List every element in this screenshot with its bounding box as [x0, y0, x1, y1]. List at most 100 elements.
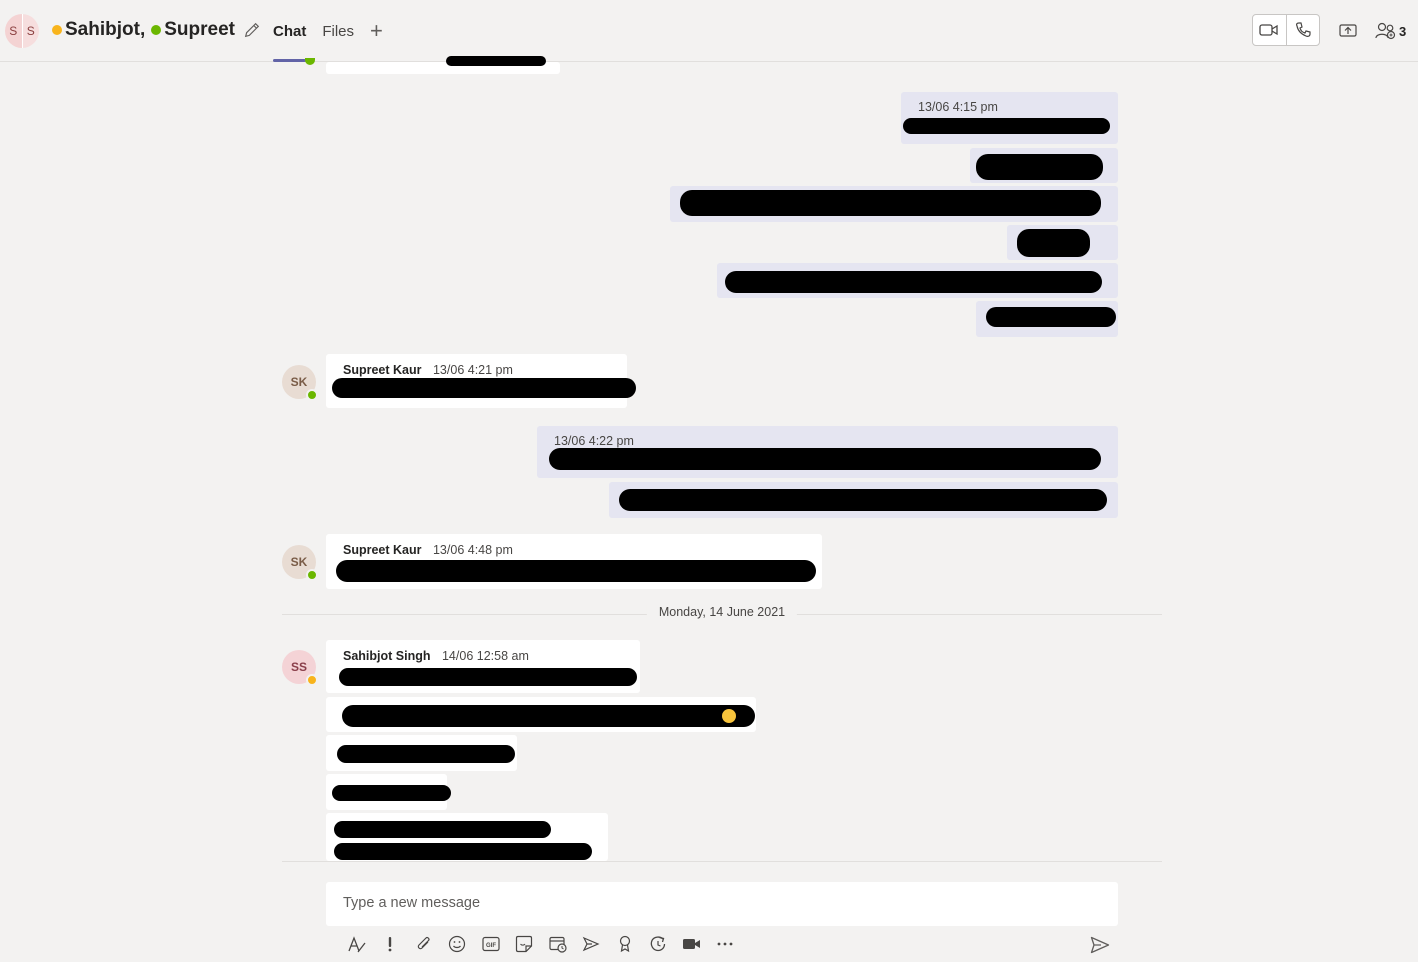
- schedule-meeting-icon: [549, 936, 567, 953]
- message-author: Supreet Kaur: [343, 363, 422, 377]
- away-status-icon: [306, 674, 318, 686]
- participants-button[interactable]: 3: [1375, 20, 1406, 42]
- my-message-bubble[interactable]: [1007, 225, 1118, 260]
- send-icon: [1090, 936, 1110, 954]
- redacted-text: [339, 668, 637, 686]
- redacted-text: [976, 154, 1103, 180]
- message-bubble[interactable]: [326, 735, 517, 771]
- redacted-text: [336, 560, 816, 582]
- away-status-icon: [52, 25, 62, 35]
- my-message-bubble[interactable]: 13/06 4:15 pm: [901, 92, 1118, 144]
- send-button[interactable]: [1089, 934, 1111, 956]
- message-bubble[interactable]: Sahibjot Singh 14/06 12:58 am: [326, 640, 640, 693]
- redacted-text: [334, 821, 551, 838]
- important-icon: [388, 937, 392, 952]
- sticker-button[interactable]: [508, 932, 542, 956]
- svg-text:GIF: GIF: [486, 943, 496, 949]
- message-timestamp: 13/06 4:48 pm: [432, 543, 513, 557]
- available-status-icon: [306, 389, 318, 401]
- redacted-text: [337, 745, 515, 763]
- redacted-text: [725, 271, 1102, 293]
- message-bubble[interactable]: [326, 697, 756, 732]
- schedule-meeting-button[interactable]: [541, 932, 575, 956]
- chat-title[interactable]: Sahibjot, Supreet: [52, 19, 261, 41]
- redacted-text: [549, 448, 1101, 470]
- avatar[interactable]: SS: [282, 650, 318, 686]
- avatar-initial: S: [21, 14, 39, 48]
- share-screen-button[interactable]: [1337, 20, 1359, 42]
- more-icon: [717, 942, 733, 946]
- call-buttons: [1252, 14, 1320, 46]
- sticker-icon: [516, 935, 533, 953]
- my-message-bubble[interactable]: [976, 301, 1118, 337]
- my-message-bubble[interactable]: 13/06 4:22 pm: [537, 426, 1118, 478]
- message-bubble[interactable]: [326, 813, 608, 861]
- redacted-text: [903, 118, 1110, 134]
- gif-button[interactable]: GIF: [474, 932, 508, 956]
- gif-icon: GIF: [482, 936, 500, 952]
- people-icon: [1375, 22, 1396, 40]
- message-timestamp: 13/06 4:21 pm: [432, 363, 513, 377]
- redacted-text: [680, 190, 1101, 216]
- more-options-button[interactable]: [709, 932, 743, 956]
- chat-header: S S Sahibjot, Supreet Chat Files + 3: [0, 0, 1418, 62]
- my-message-bubble[interactable]: [717, 263, 1118, 298]
- format-icon: [348, 936, 366, 953]
- attach-button[interactable]: [407, 932, 441, 956]
- participants-count: 3: [1399, 23, 1407, 39]
- message-meta: Supreet Kaur 13/06 4:48 pm: [343, 543, 513, 557]
- avatar-initials: SK: [290, 555, 308, 569]
- message-bubble[interactable]: [326, 774, 451, 810]
- avatar-initial: S: [5, 14, 22, 48]
- available-status-icon: [305, 58, 315, 65]
- audio-call-button[interactable]: [1285, 15, 1320, 45]
- my-message-bubble[interactable]: [609, 482, 1118, 518]
- my-message-bubble[interactable]: [970, 148, 1118, 183]
- date-separator: Monday, 14 June 2021: [282, 604, 1162, 624]
- message-bubble[interactable]: [326, 56, 560, 74]
- message-timestamp: 13/06 4:22 pm: [554, 434, 634, 448]
- video-clip-icon: [682, 939, 700, 949]
- pencil-icon[interactable]: [243, 21, 261, 39]
- message-meta: Supreet Kaur 13/06 4:21 pm: [343, 363, 513, 377]
- message-input[interactable]: [326, 882, 1118, 924]
- message-meta: Sahibjot Singh 14/06 12:58 am: [343, 649, 529, 663]
- loop-button[interactable]: [642, 932, 676, 956]
- praise-icon: [619, 935, 630, 953]
- format-button[interactable]: [340, 932, 374, 956]
- my-message-bubble[interactable]: [670, 186, 1118, 222]
- redacted-text: [1017, 229, 1090, 257]
- redacted-text: [986, 307, 1116, 327]
- tab-files[interactable]: Files: [322, 0, 354, 62]
- stream-icon: [582, 936, 600, 952]
- tab-chat[interactable]: Chat: [273, 0, 307, 62]
- redacted-text: [332, 785, 451, 801]
- participant-name: Sahibjot,: [65, 19, 146, 40]
- video-clip-button[interactable]: [675, 932, 709, 956]
- add-tab-button[interactable]: +: [370, 0, 383, 62]
- available-status-icon: [306, 569, 318, 581]
- avatar-initials: SS: [290, 660, 307, 674]
- praise-button[interactable]: [608, 932, 642, 956]
- video-call-button[interactable]: [1253, 15, 1286, 45]
- avatar[interactable]: SK: [282, 365, 318, 401]
- redacted-text: [619, 489, 1107, 511]
- redacted-text: [332, 378, 636, 398]
- message-author: Sahibjot Singh: [343, 649, 431, 663]
- compose-box[interactable]: [326, 882, 1118, 926]
- message-bubble[interactable]: Supreet Kaur 13/06 4:21 pm: [326, 354, 636, 408]
- message-timestamp: 14/06 12:58 am: [441, 649, 529, 663]
- group-avatar[interactable]: S S: [5, 14, 39, 48]
- message-bubble[interactable]: Supreet Kaur 13/06 4:48 pm: [326, 534, 822, 589]
- redacted-text: [334, 843, 592, 860]
- share-screen-icon: [1339, 24, 1357, 37]
- emoji-button[interactable]: [441, 932, 475, 956]
- avatar[interactable]: SK: [282, 545, 318, 581]
- tab-bar: Chat Files +: [273, 0, 399, 62]
- emoji-icon: [722, 709, 736, 723]
- loop-icon: [650, 936, 666, 952]
- redacted-text: [446, 56, 546, 66]
- stream-button[interactable]: [575, 932, 609, 956]
- important-button[interactable]: [374, 932, 408, 956]
- phone-icon: [1295, 22, 1311, 37]
